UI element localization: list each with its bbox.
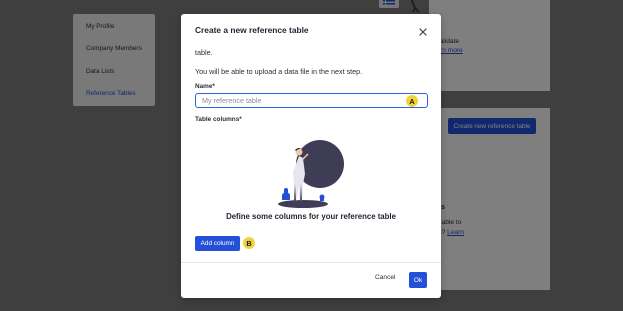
marker-a: A	[406, 95, 418, 107]
cancel-button[interactable]: Cancel	[375, 274, 396, 281]
upload-info-text: You will be able to upload a data file i…	[195, 67, 363, 76]
marker-b: B	[243, 237, 255, 249]
dialog-title: Create a new reference table	[195, 25, 309, 35]
footer-divider	[181, 262, 441, 263]
empty-state-text: Define some columns for your reference t…	[226, 212, 396, 221]
ok-button[interactable]: Ok	[409, 272, 427, 288]
description-text: table.	[195, 48, 213, 57]
add-column-button[interactable]: Add column	[195, 236, 240, 251]
name-label: Name*	[195, 83, 215, 90]
create-reference-table-dialog: Create a new reference table table. You …	[181, 14, 441, 298]
empty-state-illustration	[278, 140, 344, 208]
table-columns-label: Table columns*	[195, 116, 242, 123]
name-input[interactable]	[195, 93, 428, 108]
close-icon[interactable]	[418, 24, 428, 36]
